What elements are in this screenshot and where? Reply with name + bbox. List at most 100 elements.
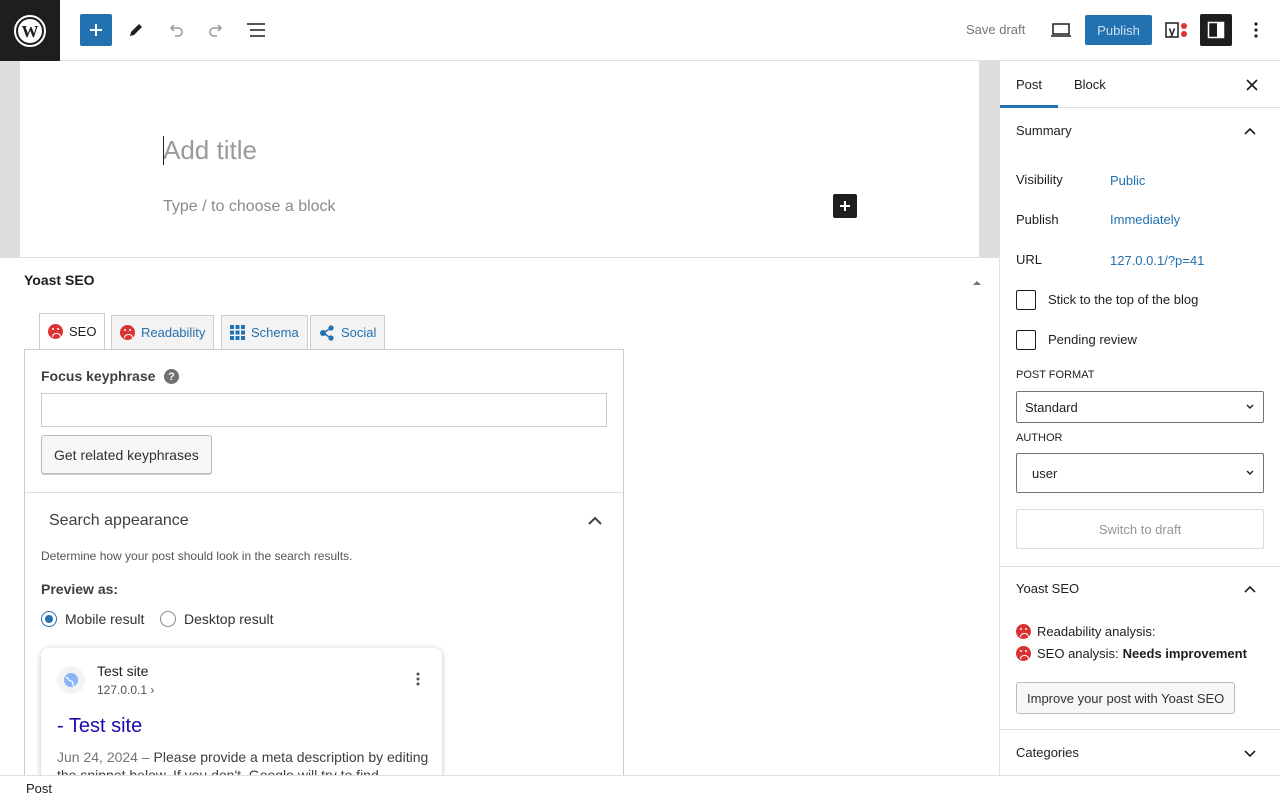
plus-icon [840, 201, 850, 211]
yoast-tab-schema[interactable]: Schema [221, 315, 308, 350]
pending-review-checkbox[interactable] [1016, 330, 1036, 350]
desktop-result-radio[interactable]: Desktop result [160, 611, 273, 627]
seo-analysis-row: SEO analysis: Needs improvement [1016, 646, 1247, 661]
chevron-down-icon [1246, 404, 1254, 409]
preview-button[interactable] [1045, 14, 1077, 46]
svg-text:W: W [22, 22, 39, 41]
summary-panel-header[interactable]: Summary [1000, 108, 1280, 156]
yoast-tab-readability[interactable]: Readability [111, 315, 215, 350]
chevron-down-icon [1246, 470, 1254, 475]
close-icon [1246, 79, 1258, 91]
sidebar-icon [1207, 21, 1225, 39]
author-label: AUTHOR [1016, 432, 1063, 444]
site-favicon [57, 666, 85, 694]
serp-more-button [416, 672, 420, 689]
metabox-title: Yoast SEO [24, 272, 95, 288]
section-divider [25, 492, 623, 493]
publish-date-link[interactable]: Immediately [1110, 212, 1180, 227]
post-title-input[interactable]: Add title [163, 135, 257, 166]
focus-keyphrase-input[interactable] [41, 393, 607, 427]
improve-post-yoast-button[interactable]: Improve your post with Yoast SEO [1016, 682, 1236, 714]
save-draft-button[interactable]: Save draft [956, 15, 1035, 45]
radio-label: Mobile result [65, 611, 145, 627]
search-appearance-description: Determine how your post should look in t… [41, 549, 353, 563]
sad-face-icon [1016, 646, 1031, 661]
wordpress-icon: W [14, 14, 46, 47]
desktop-preview-icon [1051, 23, 1071, 37]
settings-sidebar-toggle[interactable] [1200, 14, 1232, 46]
url-link[interactable]: 127.0.0.1/?p=41 [1110, 253, 1204, 268]
redo-button[interactable] [200, 14, 232, 46]
block-appender[interactable]: Type / to choose a block [163, 198, 336, 216]
undo-button[interactable] [160, 14, 192, 46]
close-sidebar-button[interactable] [1240, 75, 1264, 95]
serp-title: - Test site [57, 715, 143, 737]
visibility-link[interactable]: Public [1110, 173, 1145, 188]
yoast-sidebar-panel-header[interactable]: Yoast SEO [1000, 566, 1280, 614]
wordpress-logo-button[interactable]: W [0, 0, 60, 61]
readability-analysis-label: Readability analysis: [1037, 624, 1156, 639]
yoast-toolbar-button[interactable]: y [1160, 14, 1192, 46]
chevron-down-icon [1243, 746, 1257, 761]
focus-keyphrase-label: Focus keyphrase [41, 368, 156, 384]
pencil-icon [130, 24, 142, 36]
serp-date: Jun 24, 2024 [57, 749, 138, 765]
document-overview-button[interactable] [240, 14, 272, 46]
editor-content-area: Add title Type / to choose a block Yoast… [0, 61, 999, 776]
sad-face-icon [120, 325, 135, 340]
seo-analysis-status: Needs improvement [1122, 646, 1247, 661]
mobile-result-radio[interactable]: Mobile result [41, 611, 144, 627]
yoast-panel-title: Yoast SEO [1016, 581, 1080, 596]
yoast-tab-seo[interactable]: SEO [39, 313, 106, 350]
radio-button-checked[interactable] [41, 611, 57, 627]
categories-panel-header[interactable]: Categories [1000, 730, 1280, 776]
chevron-up-icon [1243, 582, 1257, 597]
yoast-seo-metabox: Yoast SEO SEO Readability Schema Social … [0, 257, 999, 776]
serp-url: 127.0.0.1 › [97, 683, 155, 697]
stick-to-top-checkbox[interactable] [1016, 290, 1036, 310]
summary-title: Summary [1016, 123, 1072, 138]
serp-site-name: Test site [97, 663, 149, 679]
tab-post[interactable]: Post [1000, 61, 1058, 108]
post-format-label: POST FORMAT [1016, 369, 1095, 381]
help-icon[interactable]: ? [164, 369, 179, 384]
svg-text:y: y [1169, 24, 1176, 38]
get-related-keyphrases-button[interactable]: Get related keyphrases [41, 435, 212, 474]
more-vertical-icon [1254, 22, 1258, 38]
readability-analysis-row: Readability analysis: [1016, 624, 1156, 639]
tools-button[interactable] [120, 14, 152, 46]
serp-description: Jun 24, 2024 – Please provide a meta des… [57, 748, 429, 776]
globe-icon [64, 673, 78, 687]
editor-footer: Post [0, 775, 1280, 800]
options-menu-button[interactable] [1240, 14, 1272, 46]
sad-face-icon [48, 324, 63, 339]
yoast-tab-social[interactable]: Social [310, 315, 386, 350]
publish-label: Publish [1016, 212, 1059, 227]
editor-canvas: Add title Type / to choose a block [20, 61, 979, 257]
settings-sidebar: Post Block Summary Visibility Public Pub… [999, 61, 1280, 776]
search-appearance-toggle[interactable] [587, 514, 603, 529]
publish-button[interactable]: Publish [1085, 15, 1152, 45]
share-icon [320, 324, 334, 341]
visibility-label: Visibility [1016, 172, 1063, 187]
add-block-button[interactable] [833, 194, 857, 218]
seo-analysis-label: SEO analysis: [1037, 646, 1119, 661]
text-caret [163, 136, 164, 165]
tab-label: SEO [69, 324, 97, 339]
undo-icon [169, 24, 183, 37]
radio-label: Desktop result [184, 611, 274, 627]
block-inserter-button[interactable] [80, 14, 112, 46]
radio-button[interactable] [160, 611, 176, 627]
metabox-collapse-toggle[interactable] [971, 275, 983, 290]
post-format-select[interactable]: Standard [1016, 391, 1264, 423]
tab-block[interactable]: Block [1058, 61, 1122, 108]
url-label: URL [1016, 252, 1043, 267]
chevron-up-icon [588, 516, 602, 525]
triangle-up-icon [973, 281, 981, 285]
seo-tab-panel: Focus keyphrase ? Get related keyphrases… [24, 349, 624, 776]
grid-icon [230, 325, 245, 340]
author-select[interactable]: user [1016, 453, 1264, 493]
search-appearance-heading[interactable]: Search appearance [49, 512, 189, 530]
block-breadcrumb[interactable]: Post [26, 781, 52, 796]
switch-to-draft-button[interactable]: Switch to draft [1016, 509, 1264, 549]
